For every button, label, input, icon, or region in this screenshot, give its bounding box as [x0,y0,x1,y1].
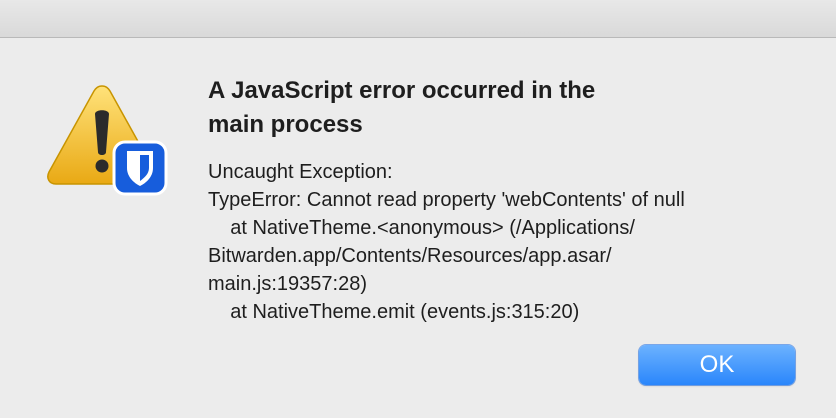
error-message: Uncaught Exception: TypeError: Cannot re… [208,158,808,326]
window-titlebar [0,0,836,38]
alert-icon [46,82,170,198]
message-line: Bitwarden.app/Contents/Resources/app.asa… [208,245,612,267]
bitwarden-shield-icon [112,140,168,196]
message-line: Uncaught Exception: [208,161,393,183]
message-line: TypeError: Cannot read property 'webCont… [208,189,685,211]
message-line: at NativeTheme.emit (events.js:315:20) [208,301,580,323]
ok-button[interactable]: OK [639,345,795,385]
message-line: at NativeTheme.<anonymous> (/Application… [208,217,635,239]
dialog-title: A JavaScript error occurred in the main … [208,77,596,138]
message-line: main.js:19357:28) [208,273,367,295]
bitwarden-badge [112,140,168,196]
